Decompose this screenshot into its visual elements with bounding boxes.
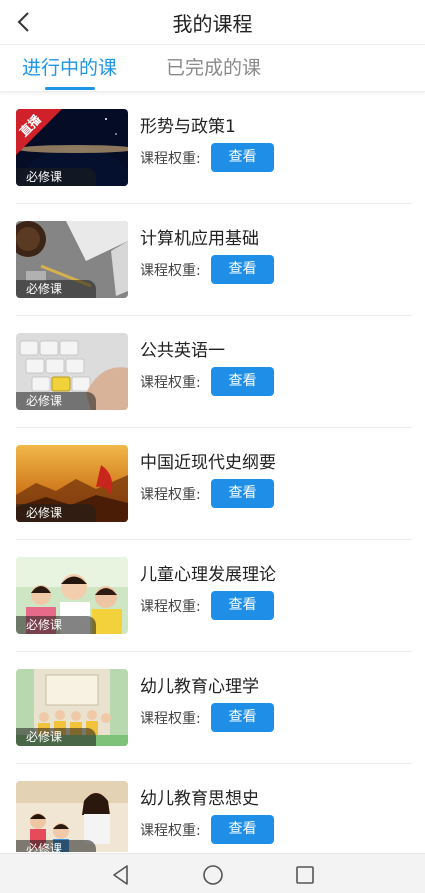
required-tag: 必修课 [16, 168, 96, 186]
course-item[interactable]: 必修课 幼儿教育思想史 课程权重: 查看 [16, 764, 412, 852]
course-item[interactable]: 直播 必修课 形势与政策1 课程权重: 查看 [16, 92, 412, 204]
circle-home-icon [203, 865, 223, 885]
course-weight-label: 课程权重: [140, 375, 201, 391]
course-thumbnail: 必修课 [16, 445, 128, 522]
course-thumbnail: 必修课 [16, 781, 128, 852]
course-thumbnail: 必修课 [16, 221, 128, 298]
course-weight-label: 课程权重: [140, 151, 201, 167]
view-course-button[interactable]: 查看 [211, 815, 274, 844]
course-title: 公共英语一 [140, 341, 225, 361]
course-tabs: 进行中的课 已完成的课 [0, 44, 425, 92]
course-weight-label: 课程权重: [140, 823, 201, 839]
course-item[interactable]: 必修课 幼儿教育心理学 课程权重: 查看 [16, 652, 412, 764]
page-title: 我的课程 [172, 12, 253, 36]
course-item[interactable]: 必修课 中国近现代史纲要 课程权重: 查看 [16, 428, 412, 540]
course-title: 中国近现代史纲要 [140, 453, 276, 473]
view-course-button[interactable]: 查看 [211, 703, 274, 732]
required-tag: 必修课 [16, 616, 96, 634]
course-list: 直播 必修课 形势与政策1 课程权重: 查看 必修课 计算机应用基础 课程权重:… [0, 92, 425, 852]
view-course-button[interactable]: 查看 [211, 367, 274, 396]
course-title: 儿童心理发展理论 [140, 565, 276, 585]
tab-completed[interactable]: 已完成的课 [166, 53, 261, 80]
course-title: 计算机应用基础 [140, 229, 259, 249]
view-course-button[interactable]: 查看 [211, 479, 274, 508]
view-course-button[interactable]: 查看 [211, 143, 274, 172]
tab-in-progress[interactable]: 进行中的课 [22, 53, 117, 80]
view-course-button[interactable]: 查看 [211, 591, 274, 620]
course-weight-label: 课程权重: [140, 599, 201, 615]
course-item[interactable]: 必修课 儿童心理发展理论 课程权重: 查看 [16, 540, 412, 652]
nav-back-button[interactable] [110, 864, 132, 886]
course-title: 幼儿教育思想史 [140, 789, 259, 809]
course-item[interactable]: 必修课 公共英语一 课程权重: 查看 [16, 316, 412, 428]
required-tag: 必修课 [16, 504, 96, 522]
course-thumbnail: 必修课 [16, 669, 128, 746]
system-nav-bar [0, 853, 425, 893]
required-tag: 必修课 [16, 392, 96, 410]
nav-home-button[interactable] [202, 864, 224, 886]
live-badge: 直播 [16, 109, 62, 155]
required-tag: 必修课 [16, 728, 96, 746]
triangle-back-icon [113, 865, 128, 885]
course-weight-label: 课程权重: [140, 487, 201, 503]
course-thumbnail: 直播 必修课 [16, 109, 128, 186]
required-tag: 必修课 [16, 280, 96, 298]
course-title: 形势与政策1 [140, 117, 236, 137]
active-tab-indicator [45, 87, 95, 90]
course-title: 幼儿教育心理学 [140, 677, 259, 697]
square-recent-icon [296, 866, 314, 884]
course-thumbnail: 必修课 [16, 333, 128, 410]
required-tag: 必修课 [16, 840, 96, 852]
course-thumbnail: 必修课 [16, 557, 128, 634]
nav-recent-button[interactable] [294, 864, 316, 886]
course-weight-label: 课程权重: [140, 711, 201, 727]
view-course-button[interactable]: 查看 [211, 255, 274, 284]
course-item[interactable]: 必修课 计算机应用基础 课程权重: 查看 [16, 204, 412, 316]
course-weight-label: 课程权重: [140, 263, 201, 279]
app-header: 我的课程 [0, 0, 425, 44]
